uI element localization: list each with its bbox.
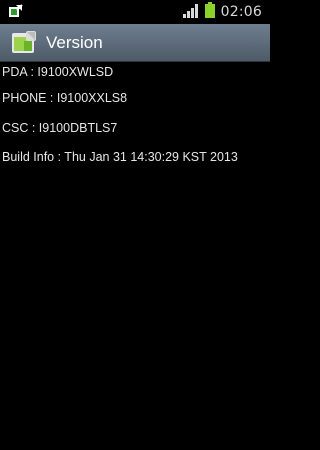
phone-version: PHONE : I9100XXLS8 — [2, 91, 128, 106]
status-bar: 02:06 — [0, 0, 270, 24]
pda-version: PDA : I9100XWLSD — [2, 65, 114, 79]
action-bar: Version — [0, 24, 270, 62]
status-time: 02:06 — [220, 4, 262, 20]
battery-icon — [204, 2, 215, 22]
csc-version: CSC : I9100DBTLS7 — [2, 120, 118, 135]
android-settings-icon[interactable] — [10, 29, 38, 57]
version-info-list: PDA : I9100XWLSD PHONE : I9100XXLS8 CSC … — [0, 62, 270, 450]
notification-icon — [8, 3, 24, 19]
status-indicators: 02:06 — [182, 0, 262, 24]
page-title: Version — [46, 32, 103, 52]
build-info: Build Info : Thu Jan 31 14:30:29 KST 201… — [2, 149, 238, 164]
signal-icon — [182, 3, 199, 22]
